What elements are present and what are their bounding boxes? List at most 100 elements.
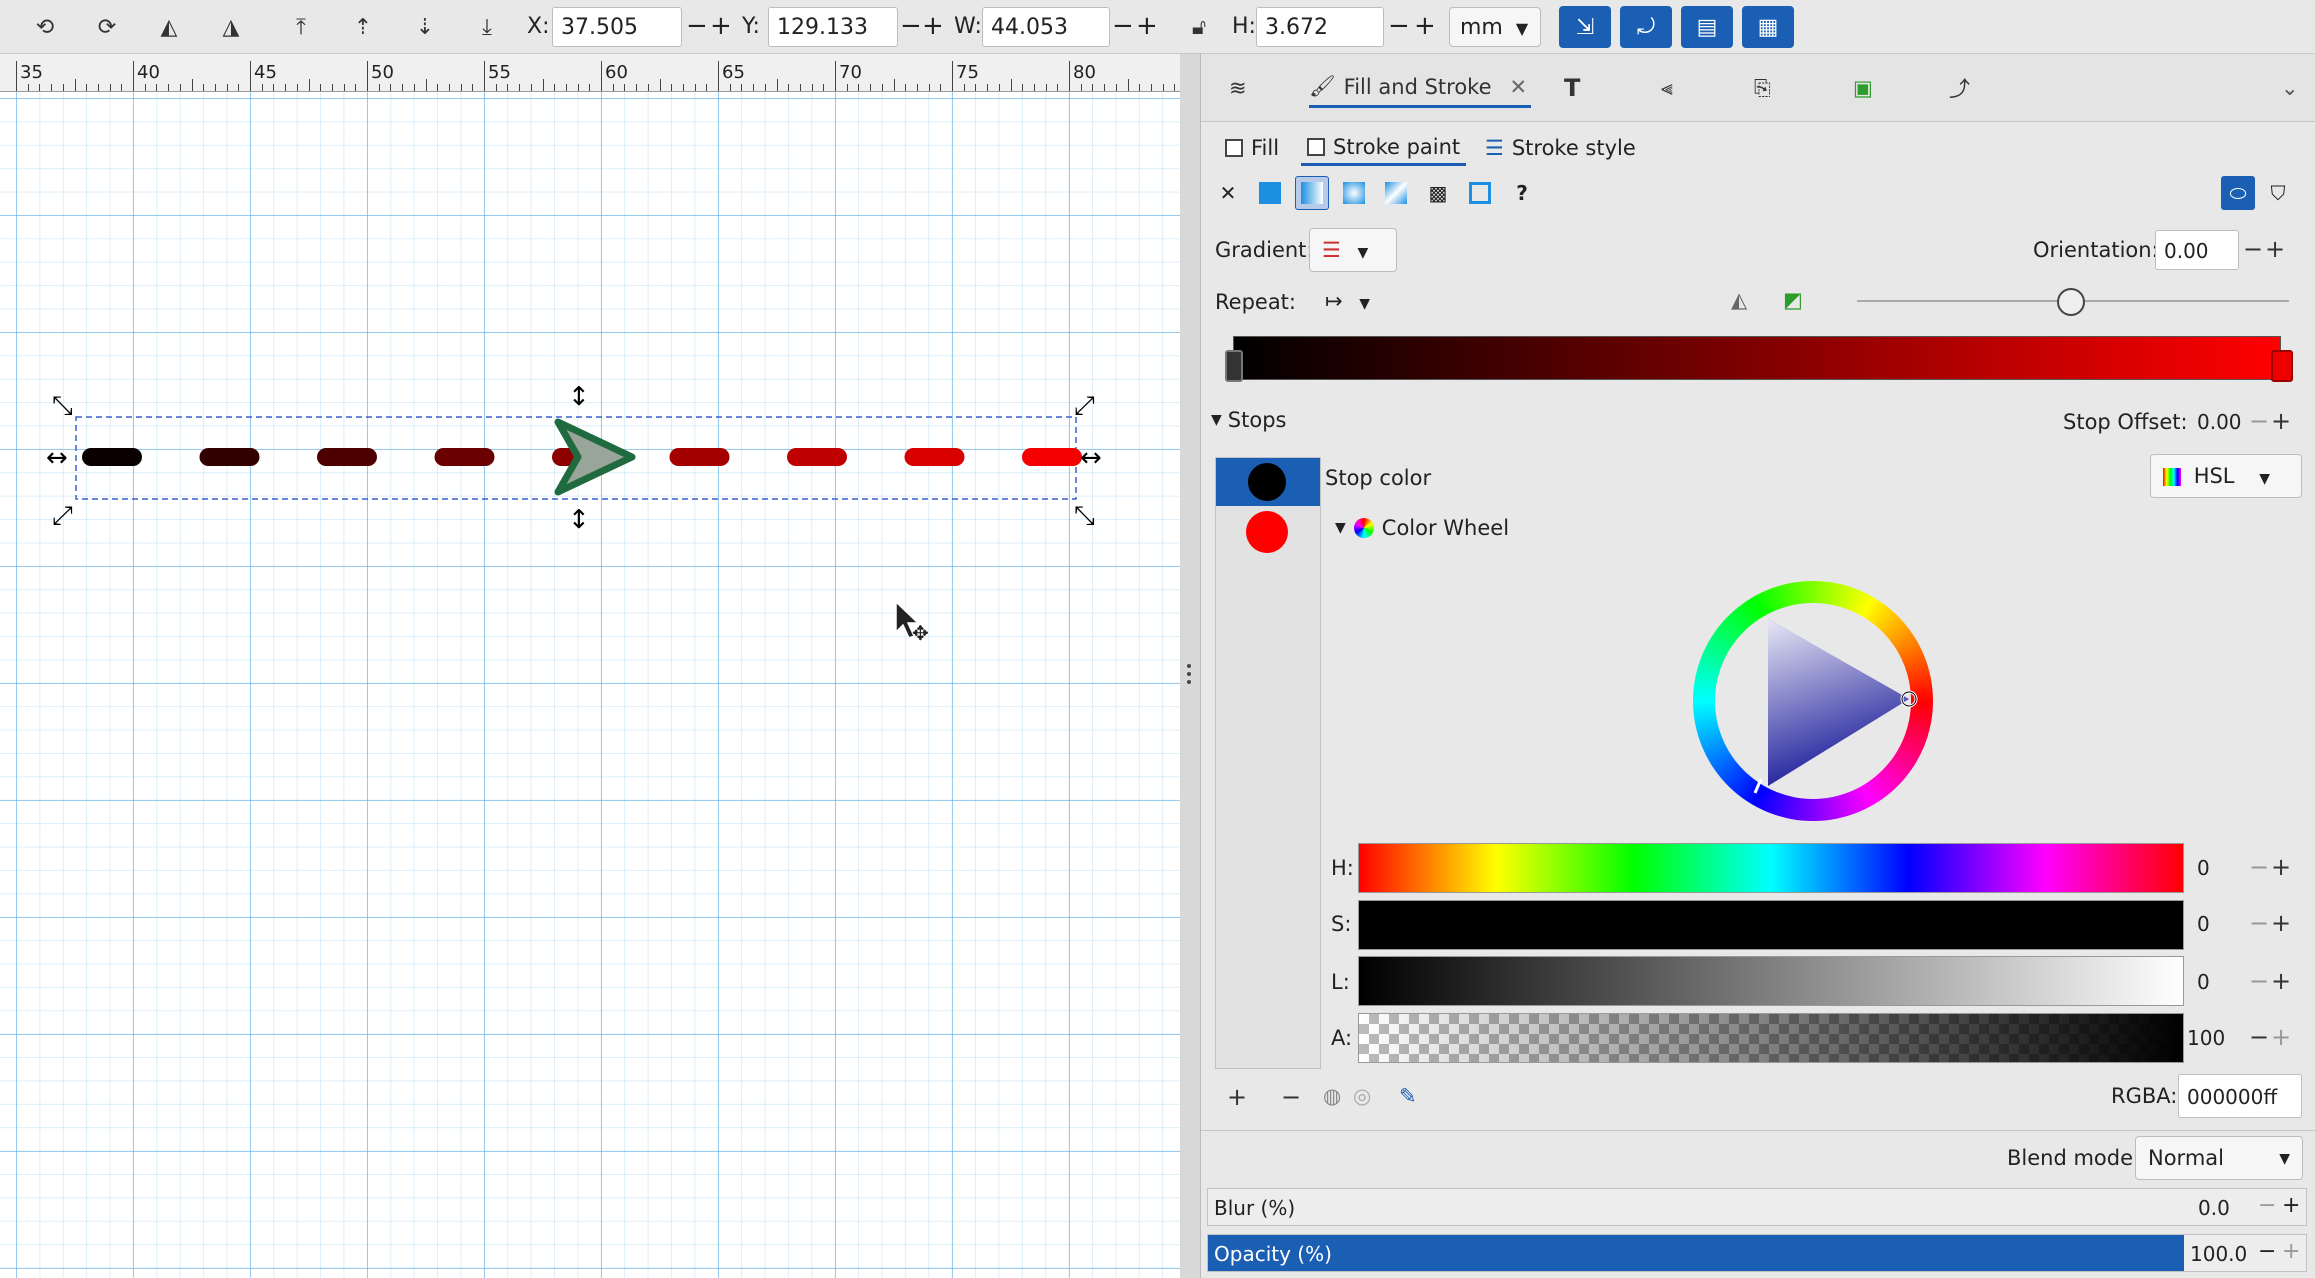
orientation-input[interactable]: 0.00 — [2155, 230, 2239, 270]
h-decrement[interactable]: − — [1388, 12, 1410, 40]
opacity-decrement[interactable]: − — [2258, 1239, 2276, 1264]
scale-corners-icon[interactable]: ⤾ — [1620, 6, 1672, 48]
stop-swatch-black[interactable] — [1246, 461, 1288, 503]
y-increment[interactable]: + — [922, 12, 944, 40]
flat-color-icon[interactable] — [1253, 176, 1287, 210]
drawing-canvas[interactable]: ⤡ ⤢ ⤢ ⤡ ↕ ↕ ↔ ↔ ✥ — [0, 92, 1180, 1278]
stop-swatch-red[interactable] — [1246, 511, 1288, 553]
tab-fill[interactable]: Fill — [1225, 130, 1279, 166]
opacity-slider[interactable]: Opacity (%) 100.0 − + — [1207, 1234, 2307, 1272]
blur-increment[interactable]: + — [2282, 1193, 2300, 1218]
color-wheel[interactable] — [1693, 581, 1933, 821]
stroke-dash[interactable] — [434, 448, 495, 466]
add-stop-button[interactable]: + — [1227, 1084, 1247, 1110]
chevron-down-icon[interactable]: ⌄ — [2281, 68, 2299, 108]
stroke-dash[interactable] — [787, 448, 847, 466]
opacity-increment[interactable]: + — [2282, 1239, 2300, 1264]
opacity-value[interactable]: 100.0 — [2190, 1242, 2247, 1266]
eyedropper-icon[interactable]: ✎ — [1399, 1084, 1417, 1108]
flip-horizontal-icon[interactable]: ◭ — [154, 12, 184, 42]
linear-gradient-icon[interactable] — [1295, 176, 1329, 210]
y-decrement[interactable]: − — [900, 12, 922, 40]
alpha-slider[interactable] — [1358, 1013, 2184, 1063]
saturation-slider[interactable] — [1358, 900, 2184, 950]
x-decrement[interactable]: − — [686, 12, 708, 40]
w-increment[interactable]: + — [1136, 12, 1158, 40]
w-decrement[interactable]: − — [1112, 12, 1134, 40]
tab-stroke-style[interactable]: ☰ Stroke style — [1485, 130, 1636, 166]
stop-offset-increment[interactable]: + — [2271, 408, 2291, 434]
raise-to-top-icon[interactable]: ⤒ — [286, 12, 316, 42]
export-tab-icon[interactable]: ⎘ — [1754, 68, 1771, 108]
repeat-select[interactable]: ↦ ▼ — [1313, 280, 1397, 324]
unset-paint-icon[interactable]: ? — [1505, 176, 1539, 210]
h-increment[interactable]: + — [1414, 12, 1436, 40]
hue-decrement[interactable]: − — [2249, 854, 2269, 880]
swatch-icon[interactable] — [1463, 176, 1497, 210]
stroke-dash[interactable] — [1022, 448, 1082, 466]
image-tab-icon[interactable]: ▣ — [1853, 68, 1873, 108]
unit-select[interactable]: mm ▼ — [1449, 7, 1541, 47]
fill-rule-evenodd-icon[interactable]: ⬭ — [2221, 176, 2255, 210]
alpha-value[interactable]: 100 — [2187, 1026, 2225, 1050]
stop-offset-decrement[interactable]: − — [2249, 408, 2269, 434]
gradient-select[interactable]: ☰ ▼ — [1309, 228, 1397, 272]
no-paint-icon[interactable]: ✕ — [1211, 176, 1245, 210]
raise-icon[interactable]: ⇡ — [348, 12, 378, 42]
stop-handle-end[interactable] — [2271, 350, 2293, 382]
lightness-slider[interactable] — [1358, 956, 2184, 1006]
blend-mode-select[interactable]: Normal ▼ — [2135, 1136, 2303, 1180]
blur-value[interactable]: 0.0 — [2198, 1196, 2230, 1220]
mesh-gradient-icon[interactable] — [1379, 176, 1413, 210]
angle-slider-thumb[interactable] — [2057, 288, 2085, 316]
orientation-decrement[interactable]: − — [2243, 236, 2263, 262]
move-patterns-icon[interactable]: ▦ — [1742, 6, 1794, 48]
w-input[interactable]: 44.053 — [982, 7, 1110, 47]
stops-expander[interactable]: ▼ Stops — [1211, 408, 1286, 432]
lower-icon[interactable]: ⇣ — [410, 12, 440, 42]
stroke-dash[interactable] — [199, 448, 260, 466]
align-tab-icon[interactable]: ⫷ — [1661, 68, 1673, 108]
orientation-increment[interactable]: + — [2265, 236, 2285, 262]
xml-editor-tab-icon[interactable]: ⤴ — [1949, 68, 1970, 108]
stroke-dash[interactable] — [82, 448, 142, 466]
turn-gradient-icon[interactable]: ◩ — [1783, 288, 1803, 312]
hue-increment[interactable]: + — [2271, 854, 2291, 880]
stop-offset-input[interactable]: 0.00 — [2055, 402, 2245, 442]
stroke-dash[interactable] — [669, 448, 730, 466]
saturation-increment[interactable]: + — [2271, 910, 2291, 936]
lightness-decrement[interactable]: − — [2249, 968, 2269, 994]
y-input[interactable]: 129.133 — [768, 7, 898, 47]
x-increment[interactable]: + — [710, 12, 732, 40]
remove-stop-button[interactable]: − — [1281, 1084, 1301, 1110]
radial-gradient-icon[interactable] — [1337, 176, 1371, 210]
panel-splitter[interactable] — [1180, 54, 1200, 1278]
tab-fill-and-stroke[interactable]: 🖌︎ Fill and Stroke ✕ — [1309, 68, 1531, 108]
alpha-decrement[interactable]: − — [2249, 1024, 2269, 1050]
rgba-input[interactable]: 000000ff — [2178, 1074, 2302, 1118]
tab-stroke-paint[interactable]: Stroke paint — [1301, 130, 1467, 166]
color-wheel-expander[interactable]: ▼ Color Wheel — [1335, 516, 1509, 540]
reverse-gradient-icon[interactable]: ◭ — [1731, 288, 1747, 312]
flip-vertical-icon[interactable]: ◮ — [216, 12, 246, 42]
hue-marker[interactable] — [1753, 778, 1763, 794]
stop-handle-start[interactable] — [1225, 350, 1243, 382]
rotate-cw-icon[interactable]: ⟳ — [92, 12, 122, 42]
alpha-increment[interactable]: + — [2271, 1024, 2291, 1050]
x-input[interactable]: 37.505 — [552, 7, 682, 47]
lower-to-bottom-icon[interactable]: ⤓ — [472, 12, 502, 42]
lock-icon[interactable]: 🔓︎ — [1184, 12, 1214, 42]
blur-slider[interactable]: Blur (%) 0.0 − + — [1207, 1188, 2307, 1226]
saturation-decrement[interactable]: − — [2249, 910, 2269, 936]
hue-slider[interactable] — [1358, 843, 2184, 893]
scale-stroke-icon[interactable]: ⇲ — [1559, 6, 1611, 48]
lightness-increment[interactable]: + — [2271, 968, 2291, 994]
hue-value[interactable]: 0 — [2197, 856, 2210, 880]
blur-decrement[interactable]: − — [2258, 1193, 2276, 1218]
gradient-preview-bar[interactable] — [1233, 336, 2281, 380]
rotate-ccw-icon[interactable]: ⟲ — [30, 12, 60, 42]
stroke-dash[interactable] — [317, 448, 377, 466]
stroke-dash[interactable] — [904, 448, 965, 466]
text-tab-icon[interactable]: T — [1564, 68, 1580, 108]
close-icon[interactable]: ✕ — [1510, 75, 1528, 99]
